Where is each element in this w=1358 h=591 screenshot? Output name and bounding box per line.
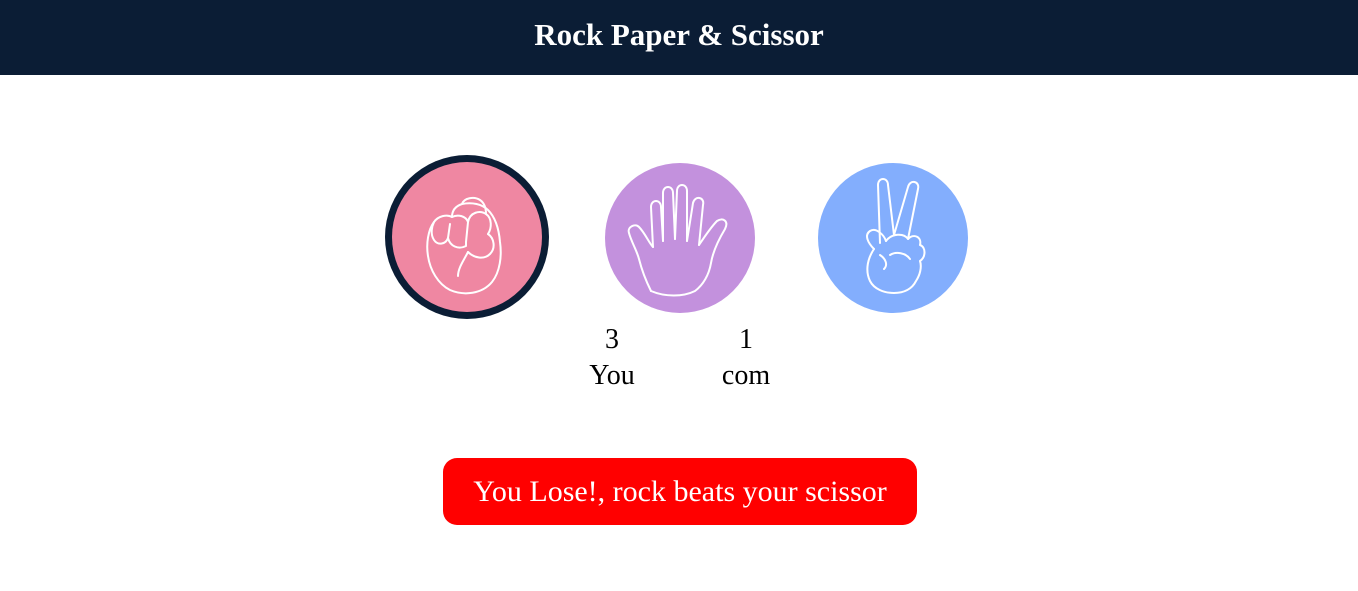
user-score-label: You — [572, 358, 652, 394]
peace-hand-icon — [818, 163, 968, 313]
computer-score-value: 1 — [706, 322, 786, 358]
result-message-text: You Lose!, rock beats your scissor — [473, 475, 887, 509]
user-score-block: 3 You — [572, 322, 652, 394]
fist-icon — [392, 162, 542, 312]
computer-score-block: 1 com — [706, 322, 786, 394]
user-score-value: 3 — [572, 322, 652, 358]
computer-score-label: com — [706, 358, 786, 394]
rock-choice-button[interactable] — [392, 162, 542, 312]
scissor-choice-button[interactable] — [818, 163, 968, 313]
open-hand-icon — [605, 163, 755, 313]
paper-choice-button[interactable] — [605, 163, 755, 313]
page-title: Rock Paper & Scissor — [534, 17, 824, 53]
app-header: Rock Paper & Scissor — [0, 0, 1358, 75]
result-message: You Lose!, rock beats your scissor — [443, 458, 917, 525]
